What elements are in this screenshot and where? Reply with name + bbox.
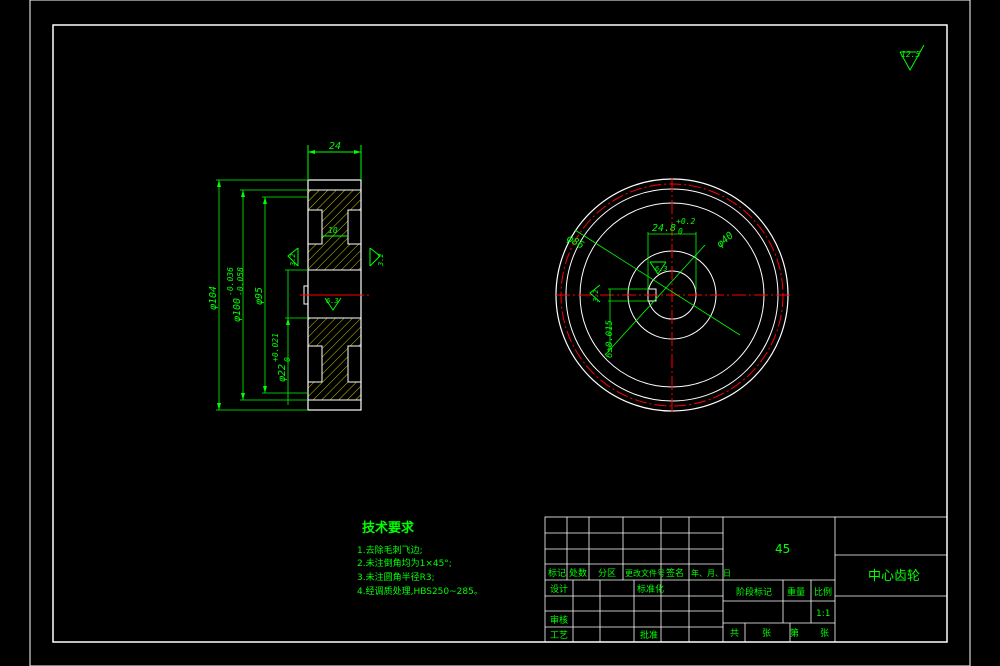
tol-bore-lower: 0 — [283, 357, 292, 362]
tech-title: 技术要求 — [362, 520, 415, 536]
tech-item-3: 3.未注圆角半径R3; — [357, 571, 435, 583]
key-tol-upper: +0.2 — [676, 217, 695, 226]
label-page: 第 — [790, 627, 799, 639]
material-text: 45 — [775, 542, 790, 556]
tech-item-4: 4.经调质处理,HBS250~285。 — [357, 585, 483, 597]
web-dim-text: 10 — [328, 226, 338, 235]
rough-keyside: 3.2 — [592, 289, 600, 303]
tol-bore-upper: +0.021 — [271, 333, 280, 362]
outer-frame — [29, 0, 971, 666]
label-total: 共 — [730, 628, 739, 639]
width-dim-text: 24 — [329, 141, 341, 152]
label-mark: 标记 — [548, 567, 566, 579]
rough-right: 3.2 — [377, 253, 385, 267]
tol-tip-upper: -0.036 — [226, 267, 235, 296]
key-tol-lower: 0 — [678, 227, 683, 236]
tech-item-2: 2.未注倒角均为1×45°; — [357, 557, 452, 569]
label-stage-mark: 阶段标记 — [736, 586, 772, 598]
key-dim-text: 24.8 — [652, 223, 676, 234]
label-designer: 设计 — [550, 583, 568, 595]
inner-frame — [52, 24, 948, 643]
dia-86-text: φ86 — [565, 233, 586, 252]
label-standardization: 标准化 — [637, 583, 664, 595]
scale-value: 1:1 — [816, 609, 830, 619]
rough-bore: 6.3 — [326, 297, 339, 305]
dia-40-text: φ40 — [715, 230, 736, 250]
dia-bore-text: φ22 — [277, 364, 288, 382]
title-block-text: 45 中心齿轮 标记 处数 分区 更改文件号 签名 年、月、日 设计 标准化 审… — [548, 542, 920, 641]
drawing-canvas: 12.5 24 φ104 φ100 -0.036 -0.058 φ95 φ22 … — [29, 0, 971, 666]
front-view: 24.8 +0.2 0 φ40 φ86 6.3 3.2 6±0.015 — [555, 178, 790, 414]
tol-tip-lower: -0.058 — [236, 267, 245, 296]
rough-left: 3.2 — [289, 253, 297, 267]
label-zone: 分区 — [598, 568, 616, 579]
label-checker: 审核 — [550, 614, 568, 626]
label-sign: 签名 — [666, 567, 684, 579]
rough-key: 6.3 — [655, 265, 668, 273]
dia-tip-text: φ100 — [232, 298, 243, 322]
label-sheets: 张 — [762, 628, 771, 639]
section-hatch-lower — [307, 317, 362, 401]
tech-item-1: 1.去除毛刺飞边; — [357, 544, 423, 556]
key-width-text: 6±0.015 — [605, 320, 615, 358]
dia-outer-text: φ104 — [208, 286, 219, 310]
tech-requirements: 技术要求 1.去除毛刺飞边; 2.未注倒角均为1×45°; 3.未注圆角半径R3… — [357, 520, 483, 597]
roughness-symbol-global: 12.5 — [899, 44, 925, 72]
label-scale: 比例 — [814, 586, 832, 598]
label-date: 年、月、日 — [691, 568, 731, 578]
roughness-global-value: 12.5 — [901, 50, 920, 59]
label-change-doc: 更改文件号 — [625, 568, 665, 578]
side-view: 24 φ104 φ100 -0.036 -0.058 φ95 φ22 +0.02… — [208, 141, 385, 411]
label-process: 工艺 — [550, 630, 568, 641]
label-approve: 批准 — [640, 629, 658, 641]
label-count: 处数 — [569, 567, 587, 579]
part-name-text: 中心齿轮 — [868, 569, 920, 584]
dia-hub-text: φ95 — [254, 287, 265, 305]
label-weight: 重量 — [787, 586, 805, 598]
label-sheet2: 张 — [820, 628, 829, 639]
